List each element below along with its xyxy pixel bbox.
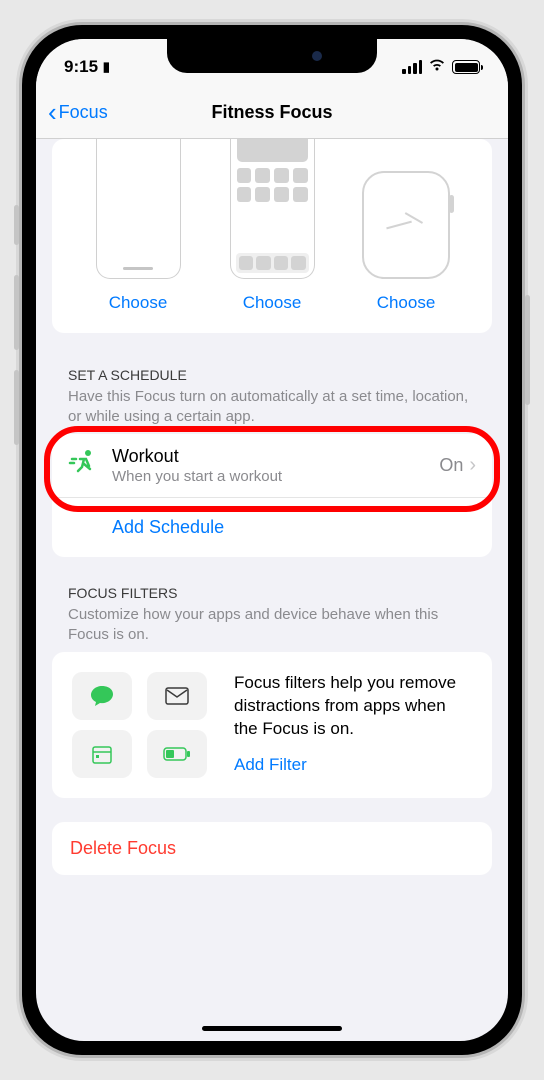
filters-help-text: Focus filters help you remove distractio… (234, 672, 472, 741)
filters-title: FOCUS FILTERS (68, 585, 476, 601)
low-power-icon (147, 730, 207, 778)
watch-face-option[interactable]: Choose (344, 139, 468, 313)
schedule-title: SET A SCHEDULE (68, 367, 476, 383)
filter-icon-grid (72, 672, 212, 778)
mail-icon (147, 672, 207, 720)
customize-screens-card: Choose (52, 139, 492, 333)
messages-icon (72, 672, 132, 720)
focus-filters-card: Focus filters help you remove distractio… (52, 652, 492, 798)
workout-title: Workout (112, 446, 439, 467)
chevron-right-icon: › (469, 454, 476, 477)
home-screen-option[interactable]: Choose (210, 139, 334, 313)
back-label: Focus (59, 102, 108, 123)
signal-icon (402, 60, 422, 74)
workout-status: On (439, 455, 463, 476)
delete-focus-label: Delete Focus (70, 838, 176, 858)
add-schedule-label: Add Schedule (112, 517, 224, 537)
workout-subtitle: When you start a workout (112, 468, 439, 485)
battery-icon (452, 60, 480, 74)
delete-focus-button[interactable]: Delete Focus (52, 822, 492, 875)
choose-home-screen[interactable]: Choose (243, 293, 302, 313)
add-filter-button[interactable]: Add Filter (234, 755, 472, 775)
calendar-icon (72, 730, 132, 778)
workout-schedule-row[interactable]: Workout When you start a workout On › (52, 434, 492, 497)
lock-screen-option[interactable]: Choose (76, 139, 200, 313)
wifi-icon (428, 58, 446, 77)
choose-lock-screen[interactable]: Choose (109, 293, 168, 313)
nav-bar: ‹ Focus Fitness Focus (36, 87, 508, 139)
filters-section-header: FOCUS FILTERS Customize how your apps an… (52, 585, 492, 652)
home-indicator[interactable] (202, 1026, 342, 1031)
schedule-section-header: SET A SCHEDULE Have this Focus turn on a… (52, 367, 492, 434)
choose-watch-face[interactable]: Choose (377, 293, 436, 313)
workout-icon (68, 449, 100, 482)
back-button[interactable]: ‹ Focus (48, 97, 108, 128)
schedule-description: Have this Focus turn on automatically at… (68, 387, 476, 426)
add-schedule-row[interactable]: Add Schedule (52, 497, 492, 557)
filters-description: Customize how your apps and device behav… (68, 605, 476, 644)
chevron-left-icon: ‹ (48, 97, 57, 128)
status-time: 9:15 ▮ (64, 57, 110, 77)
